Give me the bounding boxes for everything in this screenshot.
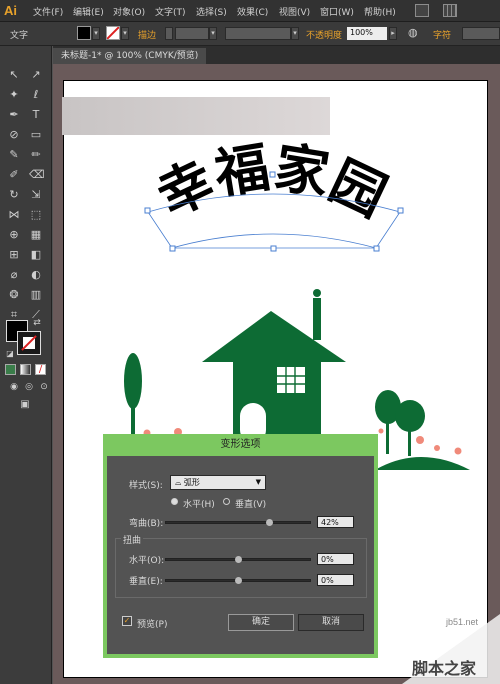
distort-vertical-label: 垂直(E): [129,577,163,587]
vertical-radio[interactable] [223,498,230,505]
bend-label: 弯曲(B): [129,519,164,529]
distortion-group-label: 扭曲 [121,533,144,546]
distort-vertical-knob[interactable] [235,577,242,584]
dialog-title[interactable]: 变形选项 [107,434,374,456]
preview-label[interactable]: 预览(P) [137,617,167,630]
arc-style-icon: ⌓ [175,478,184,487]
chevron-down-icon: ▼ [255,478,261,486]
distort-horizontal-label: 水平(O): [129,556,165,566]
bend-value-field[interactable]: 42% [317,516,354,528]
style-label: 样式(S): [129,481,163,491]
distort-horizontal-field[interactable]: 0% [317,553,354,565]
bend-slider-knob[interactable] [265,519,273,526]
watermark-name: 脚本之家 [412,659,477,678]
distort-vertical-field[interactable]: 0% [317,574,354,586]
warp-options-dialog: 变形选项 样式(S): ⌓ 弧形 ▼ 水平(H) 垂直(V) 弯曲(B): 42… [103,434,378,658]
style-select[interactable]: ⌓ 弧形 ▼ [170,475,266,490]
cancel-button[interactable]: 取消 [298,614,364,631]
horizontal-radio[interactable] [171,498,178,505]
vertical-label[interactable]: 垂直(V) [235,497,266,510]
distort-horizontal-knob[interactable] [235,556,242,563]
horizontal-label[interactable]: 水平(H) [183,497,215,510]
watermark-url: jb51.net [446,617,479,627]
dialog-body: 变形选项 样式(S): ⌓ 弧形 ▼ 水平(H) 垂直(V) 弯曲(B): 42… [107,434,374,654]
ok-button[interactable]: 确定 [228,614,294,631]
distortion-group [115,538,367,598]
bend-slider-track[interactable] [165,521,311,524]
warped-headline[interactable]: 幸福家园 [148,136,396,229]
style-select-value: 弧形 [183,478,200,487]
preview-checkbox[interactable]: ✓ [122,616,132,626]
